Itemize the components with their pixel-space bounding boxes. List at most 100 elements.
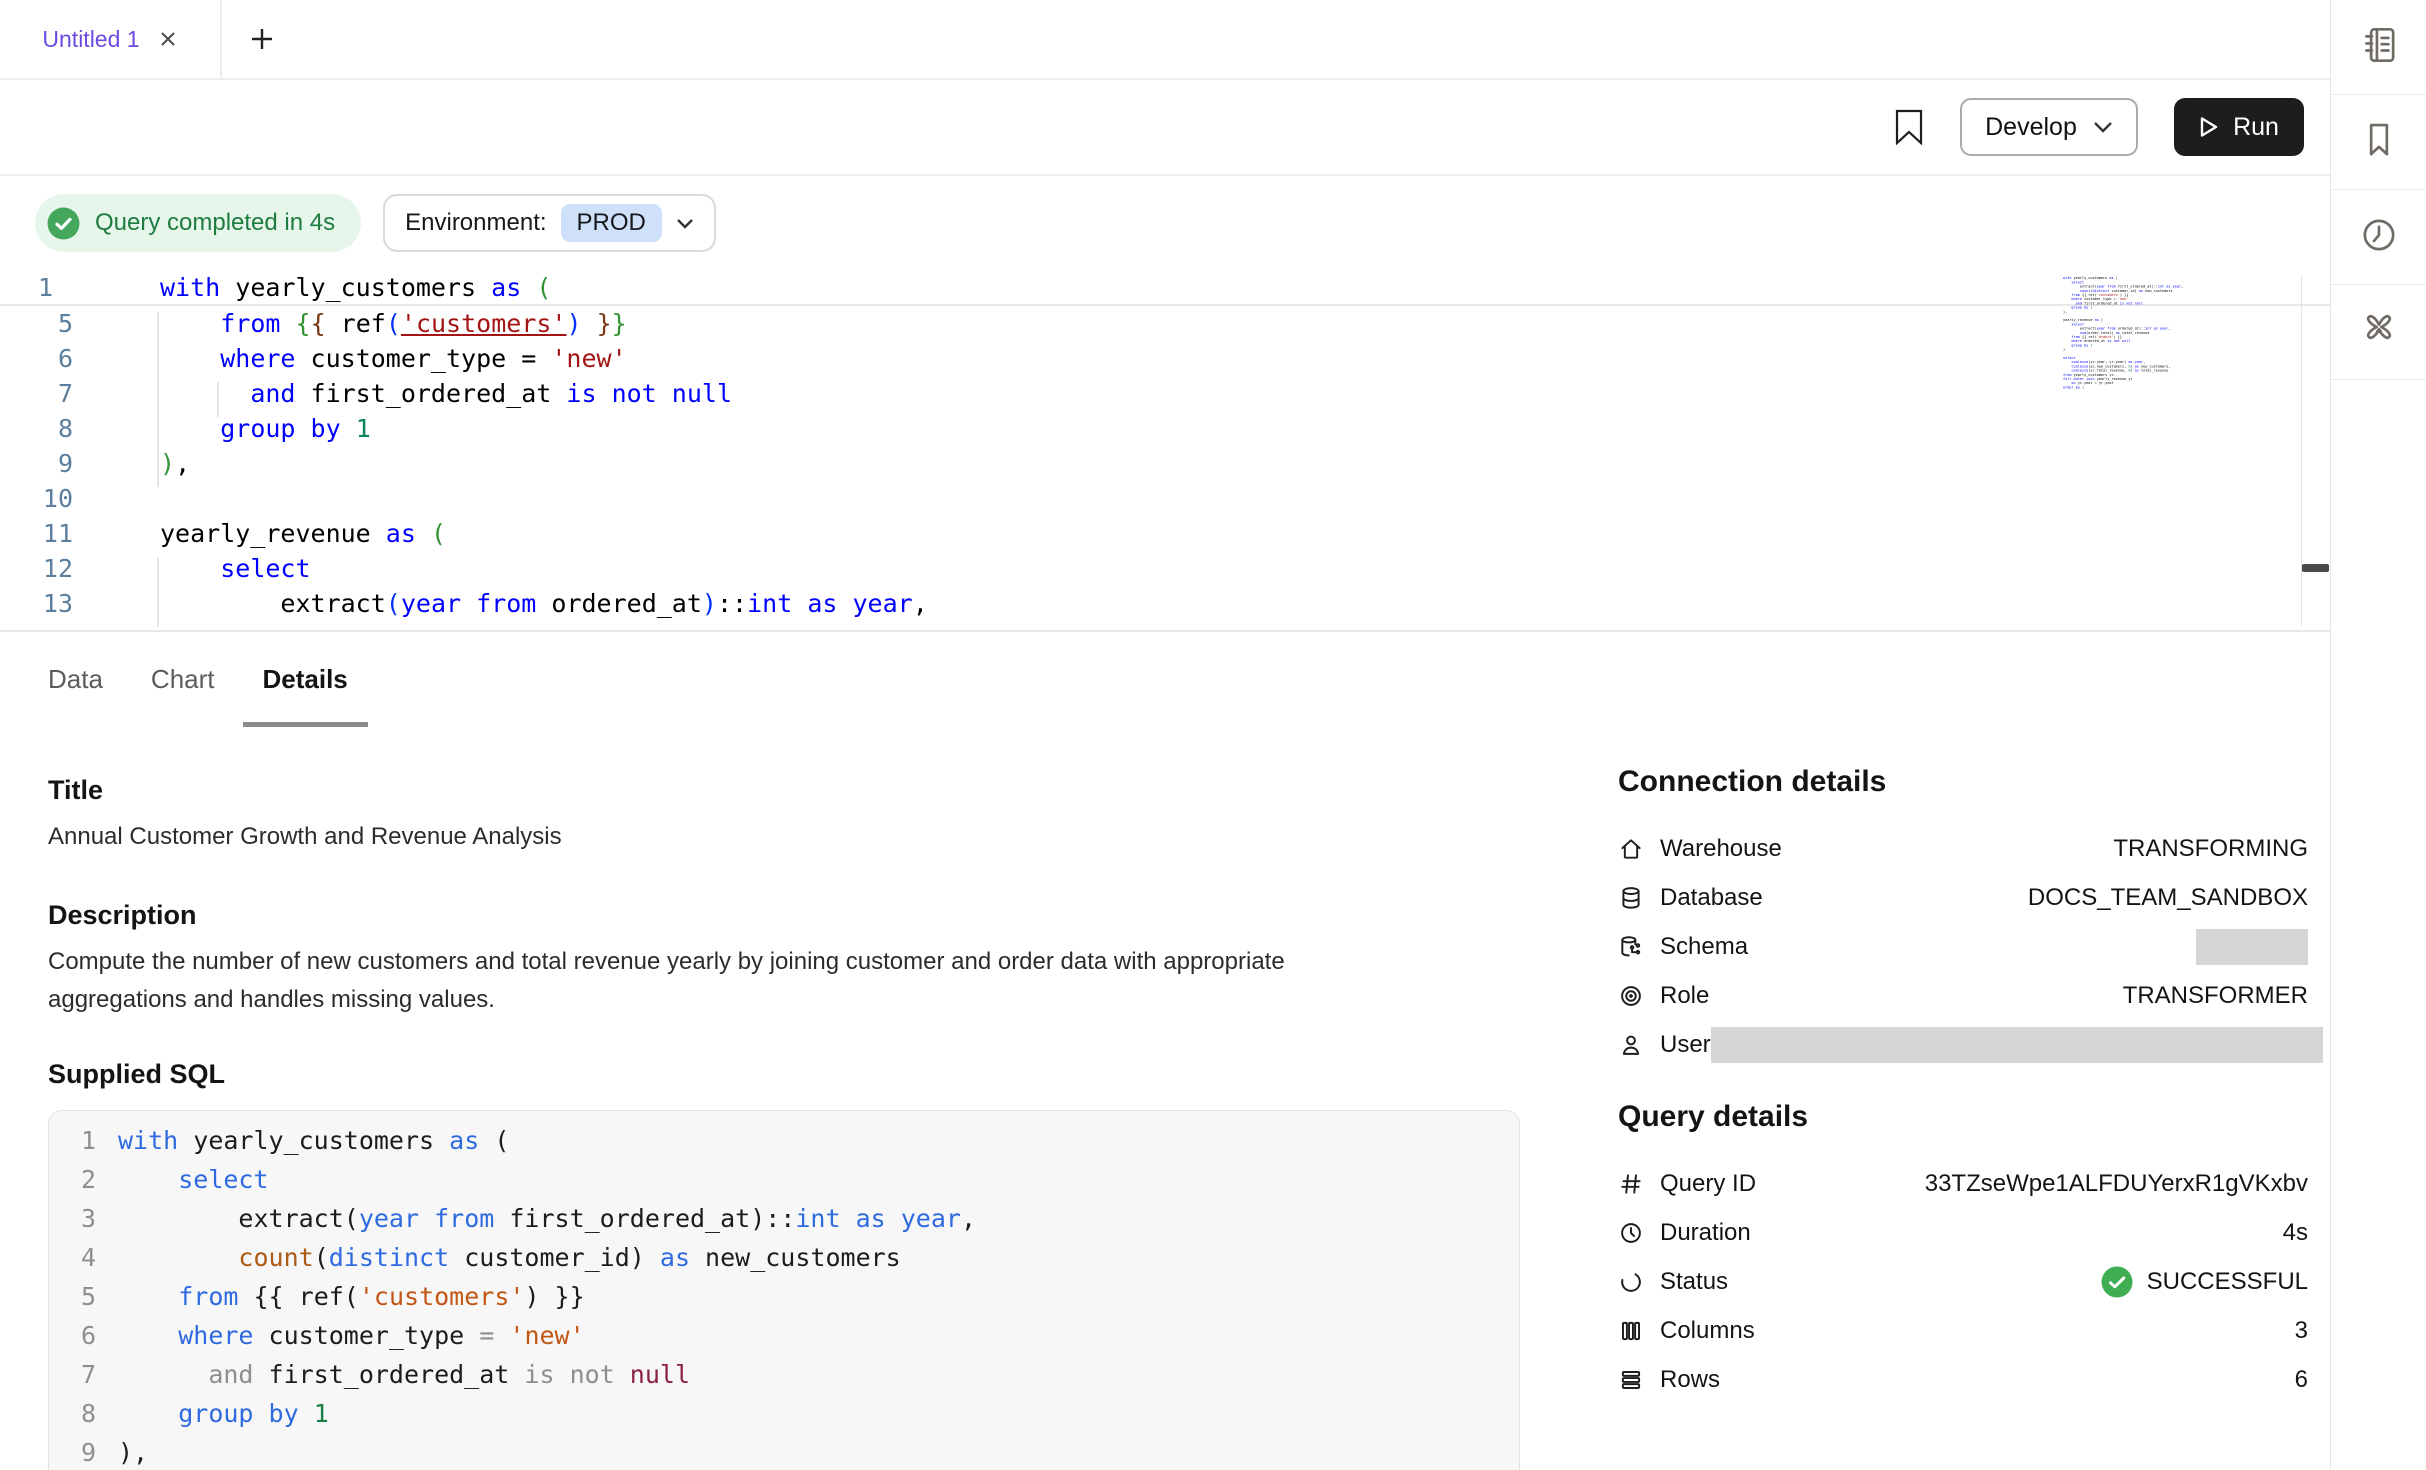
clock-icon bbox=[1618, 1220, 1644, 1246]
tab-label: Untitled 1 bbox=[42, 26, 139, 53]
play-icon bbox=[2199, 116, 2219, 138]
environment-label: Environment: bbox=[405, 209, 546, 237]
bookmark-icon[interactable] bbox=[1894, 109, 1924, 145]
warehouse-icon bbox=[1618, 836, 1644, 862]
schema-icon bbox=[1618, 934, 1644, 960]
sql-editor[interactable]: 1with yearly_customers as ( 5 from {{ re… bbox=[0, 270, 2330, 632]
toolbar: Develop Run bbox=[0, 80, 2330, 176]
indent-guide bbox=[157, 312, 159, 487]
code-line: 3 extract(year from first_ordered_at)::i… bbox=[49, 1199, 1519, 1238]
environment-selector[interactable]: Environment: PROD bbox=[383, 194, 716, 252]
code-line: 6 where customer_type = 'new' bbox=[49, 1316, 1519, 1355]
query-details-heading: Query details bbox=[1618, 1097, 2308, 1137]
query-status-text: Query completed in 4s bbox=[95, 209, 335, 237]
bookmark-icon bbox=[2357, 118, 2401, 167]
chevron-down-icon bbox=[2093, 121, 2113, 133]
detail-row-role: Role TRANSFORMER bbox=[1618, 971, 2308, 1020]
editor-minimap[interactable]: with yearly_customers as ( select extrac… bbox=[2063, 276, 2288, 396]
history-icon bbox=[2357, 213, 2401, 262]
spinner-icon bbox=[1618, 1269, 1644, 1295]
query-status-row: Query completed in 4s Environment: PROD bbox=[0, 176, 2330, 270]
title-value: Annual Customer Growth and Revenue Analy… bbox=[48, 818, 1520, 856]
detail-row-columns: Columns 3 bbox=[1618, 1306, 2308, 1355]
details-left-column: Title Annual Customer Growth and Revenue… bbox=[48, 775, 1520, 1470]
title-heading: Title bbox=[48, 775, 1520, 806]
detail-row-rows: Rows 6 bbox=[1618, 1355, 2308, 1404]
code-line: 10 bbox=[0, 481, 2330, 516]
environment-value-badge: PROD bbox=[561, 204, 662, 242]
code-line: 12 select bbox=[0, 551, 2330, 586]
redacted-value bbox=[2196, 929, 2308, 965]
status-value: SUCCESSFUL bbox=[2147, 1268, 2308, 1296]
editor-scrollbar-track[interactable] bbox=[2301, 276, 2330, 626]
code-line: 1with yearly_customers as ( bbox=[0, 270, 2330, 305]
sidebar-bookmark-button[interactable] bbox=[2331, 95, 2426, 190]
supplied-sql-heading: Supplied SQL bbox=[48, 1059, 1520, 1090]
develop-dropdown-button[interactable]: Develop bbox=[1960, 98, 2138, 156]
detail-row-duration: Duration 4s bbox=[1618, 1208, 2308, 1257]
description-value: Compute the number of new customers and … bbox=[48, 943, 1398, 1019]
code-line: 4 count(distinct customer_id) as new_cus… bbox=[49, 1238, 1519, 1277]
editor-tab-bar: Untitled 1 bbox=[0, 0, 2330, 80]
indent-guide bbox=[217, 382, 219, 417]
close-tab-icon[interactable] bbox=[158, 29, 178, 49]
sticky-line: 1with yearly_customers as ( bbox=[0, 270, 2330, 306]
query-status-pill: Query completed in 4s bbox=[35, 194, 361, 252]
code-line: 13 extract(year from ordered_at)::int as… bbox=[0, 586, 2330, 621]
code-line: 7 and first_ordered_at is not null bbox=[0, 376, 2330, 411]
code-line: 5 from {{ ref('customers') }} bbox=[0, 306, 2330, 341]
rows-icon bbox=[1618, 1367, 1644, 1393]
results-tab-bar: Data Chart Details bbox=[0, 632, 2330, 727]
results-tab-details[interactable]: Details bbox=[263, 632, 348, 727]
code-line: 11yearly_revenue as ( bbox=[0, 516, 2330, 551]
sidebar-notebook-button[interactable] bbox=[2331, 0, 2426, 95]
sidebar-compass-button[interactable] bbox=[2331, 285, 2426, 380]
code-line: 8 group by 1 bbox=[0, 411, 2330, 446]
minimap-content: with yearly_customers as ( select extrac… bbox=[2063, 276, 2203, 389]
code-line: 7 and first_ordered_at is not null bbox=[49, 1355, 1519, 1394]
redacted-value bbox=[1711, 1027, 2323, 1063]
success-check-icon bbox=[2101, 1266, 2133, 1298]
editor-lines: 5 from {{ ref('customers') }}6 where cus… bbox=[0, 306, 2330, 621]
detail-row-query-id: Query ID 33TZseWpe1ALFDUYerxR1gVKxbv bbox=[1618, 1159, 2308, 1208]
description-heading: Description bbox=[48, 900, 1520, 931]
code-line: 8 group by 1 bbox=[49, 1394, 1519, 1433]
detail-row-database: Database DOCS_TEAM_SANDBOX bbox=[1618, 873, 2308, 922]
code-line: 2 select bbox=[49, 1160, 1519, 1199]
details-right-column: Connection details Warehouse TRANSFORMIN… bbox=[1618, 762, 2308, 1432]
main-area: Untitled 1 Develop Run bbox=[0, 0, 2330, 1470]
tab-untitled-1[interactable]: Untitled 1 bbox=[0, 0, 222, 78]
user-icon bbox=[1618, 1032, 1644, 1058]
run-button[interactable]: Run bbox=[2174, 98, 2304, 156]
connection-details-heading: Connection details bbox=[1618, 762, 2308, 802]
detail-row-warehouse: Warehouse TRANSFORMING bbox=[1618, 824, 2308, 873]
columns-icon bbox=[1618, 1318, 1644, 1344]
check-circle-icon bbox=[47, 207, 80, 240]
code-line: 6 where customer_type = 'new' bbox=[0, 341, 2330, 376]
supplied-sql-block: 1with yearly_customers as (2 select3 ext… bbox=[48, 1110, 1520, 1470]
code-line: 5 from {{ ref('customers') }} bbox=[49, 1277, 1519, 1316]
results-tab-chart[interactable]: Chart bbox=[151, 632, 215, 727]
hash-icon bbox=[1618, 1171, 1644, 1197]
run-label: Run bbox=[2233, 113, 2279, 142]
sidebar-history-button[interactable] bbox=[2331, 190, 2426, 285]
right-icon-sidebar bbox=[2330, 0, 2426, 1470]
chevron-down-icon bbox=[676, 218, 694, 229]
database-icon bbox=[1618, 885, 1644, 911]
editor-scrollbar-thumb[interactable] bbox=[2302, 564, 2329, 572]
develop-label: Develop bbox=[1985, 113, 2077, 142]
code-line: 9), bbox=[0, 446, 2330, 481]
plus-icon bbox=[249, 26, 275, 52]
query-details-rows: Query ID 33TZseWpe1ALFDUYerxR1gVKxbv Dur… bbox=[1618, 1159, 2308, 1404]
app-root: Untitled 1 Develop Run bbox=[0, 0, 2426, 1470]
detail-row-status: Status SUCCESSFUL bbox=[1618, 1257, 2308, 1306]
compass-icon bbox=[2357, 308, 2401, 357]
notebook-icon bbox=[2357, 23, 2401, 72]
results-tab-data[interactable]: Data bbox=[48, 632, 103, 727]
detail-row-schema: Schema bbox=[1618, 922, 2308, 971]
new-tab-button[interactable] bbox=[222, 0, 302, 78]
role-icon bbox=[1618, 983, 1644, 1009]
details-panel: Title Annual Customer Growth and Revenue… bbox=[0, 727, 2330, 1375]
detail-row-user: User bbox=[1618, 1020, 2308, 1069]
connection-details-rows: Warehouse TRANSFORMING Database DOCS_TEA… bbox=[1618, 824, 2308, 1069]
